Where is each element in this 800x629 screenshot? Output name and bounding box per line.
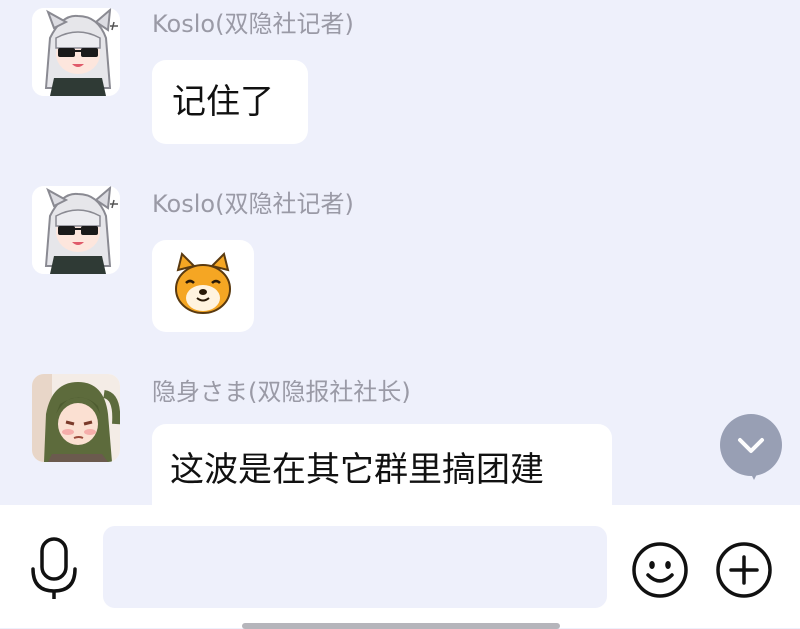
- microphone-icon: [31, 537, 77, 599]
- message-item: Koslo(双隐社记者): [0, 184, 800, 334]
- message-item: 隐身さま(双隐报社社长) 这波是在其它群里搞团建: [0, 368, 800, 505]
- input-bar: [0, 505, 800, 629]
- plus-circle-icon: [716, 542, 772, 598]
- scroll-to-bottom-button[interactable]: [720, 414, 782, 480]
- girl-avatar-icon: [32, 374, 120, 462]
- sender-name: Koslo(双隐社记者): [152, 190, 354, 218]
- avatar[interactable]: [32, 8, 120, 96]
- message-input[interactable]: [103, 526, 607, 608]
- chat-area: Koslo(双隐社记者) 记住了 Koslo(双隐社记者) 隐身さま(双隐报社社…: [0, 0, 800, 505]
- catgirl-avatar-icon: [32, 8, 120, 96]
- more-button[interactable]: [715, 541, 773, 599]
- avatar[interactable]: [32, 186, 120, 274]
- smiley-icon: [632, 542, 688, 598]
- emoji-button[interactable]: [631, 541, 689, 599]
- shiba-dog-emoji-icon: [175, 252, 231, 314]
- voice-button[interactable]: [28, 535, 80, 601]
- sender-name: 隐身さま(双隐报社社长): [152, 378, 411, 406]
- sender-name: Koslo(双隐社记者): [152, 10, 354, 38]
- sticker-bubble[interactable]: [152, 240, 254, 332]
- home-indicator: [242, 623, 560, 629]
- chevron-down-icon: [738, 438, 764, 453]
- message-bubble[interactable]: 这波是在其它群里搞团建: [152, 424, 612, 505]
- avatar[interactable]: [32, 374, 120, 462]
- message-bubble[interactable]: 记住了: [152, 60, 308, 144]
- message-item: Koslo(双隐社记者) 记住了: [0, 4, 800, 154]
- catgirl-avatar-icon: [32, 186, 120, 274]
